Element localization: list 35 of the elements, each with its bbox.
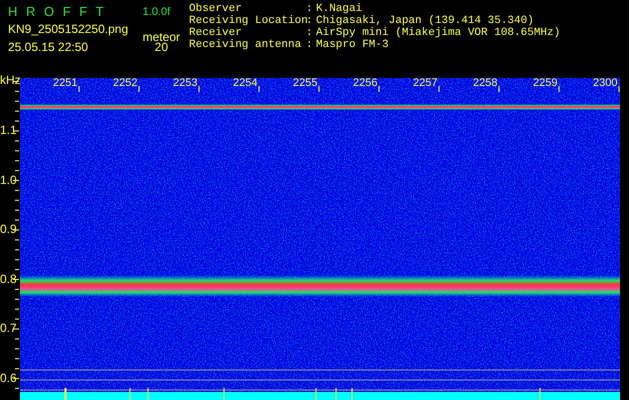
- time-label: 2251: [53, 77, 78, 89]
- time-label: 2257: [413, 77, 438, 89]
- info-value: Chigasaki, Japan (139.414 35.340): [316, 15, 535, 27]
- separator: :: [306, 3, 314, 15]
- frequency-label: 0.9: [0, 223, 17, 235]
- timestamp: 25.05.15 22:50: [8, 40, 90, 56]
- meteor-count: 20: [154, 40, 168, 56]
- frequency-label: 1.0: [0, 174, 17, 186]
- separator: :: [306, 27, 314, 39]
- info-value: AirSpy mini (Miakejima VOR 108.65MHz): [316, 27, 560, 39]
- info-value: Maspro FM-3: [316, 39, 390, 51]
- frequency-label: 0.8: [0, 272, 17, 284]
- info-value: K.Nagai: [316, 3, 364, 15]
- version-label: 1.0.0f: [142, 5, 172, 20]
- app-title: H R O F F T: [8, 4, 105, 21]
- axis-unit-label: kHz: [0, 74, 21, 86]
- time-label: 2252: [113, 77, 138, 89]
- info-label: Receiving antenna: [189, 39, 302, 51]
- separator: :: [306, 39, 314, 51]
- time-label: 2258: [473, 77, 498, 89]
- frequency-label: 0.6: [0, 372, 17, 384]
- meteor-label: meteor: [142, 29, 180, 40]
- info-label: Receiver: [189, 27, 243, 39]
- frequency-label: 0.7: [0, 322, 17, 334]
- time-label: 2253: [173, 77, 198, 89]
- info-label: Observer: [189, 3, 243, 15]
- time-label: 2256: [353, 77, 378, 89]
- frequency-label: 1.1: [0, 124, 17, 136]
- time-label: 2259: [533, 77, 558, 89]
- file-name: KN9_2505152250.png: [8, 22, 128, 38]
- separator: :: [306, 15, 314, 27]
- time-label: 2300: [593, 77, 618, 89]
- time-label: 2254: [233, 77, 258, 89]
- info-label: Receiving Location: [189, 15, 306, 27]
- time-label: 2255: [293, 77, 318, 89]
